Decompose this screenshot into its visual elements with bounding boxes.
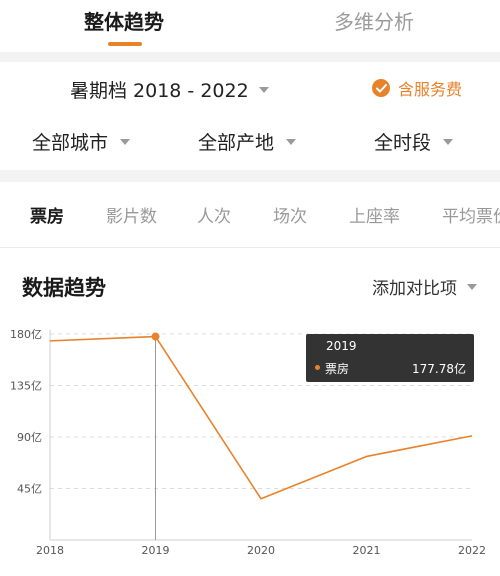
y-tick-label: 90亿 <box>17 431 42 444</box>
city-filter[interactable]: 全部城市 <box>32 128 131 155</box>
data-point-highlight <box>151 332 160 341</box>
x-tick-label: 2022 <box>458 544 486 557</box>
tab-overall-trend[interactable]: 整体趋势 <box>84 6 164 35</box>
period-row: 暑期档 2018 - 2022 含服务费 <box>0 62 500 114</box>
time-filter-label: 全时段 <box>374 132 432 154</box>
chevron-down-icon <box>443 138 454 145</box>
tab-average-price[interactable]: 平均票价 <box>442 202 500 227</box>
x-tick-label: 2019 <box>142 544 170 557</box>
x-tick-label: 2018 <box>36 544 64 557</box>
box-office-trend-chart[interactable]: 45亿 90亿 135亿 180亿 2018 2019 2020 2021 2022 <box>0 248 500 576</box>
chevron-down-icon <box>286 138 297 145</box>
service-fee-label: 含服务费 <box>398 80 463 99</box>
chevron-down-icon <box>258 86 269 93</box>
service-fee-toggle[interactable]: 含服务费 <box>372 76 462 100</box>
y-tick-label: 135亿 <box>10 380 42 393</box>
tab-film-count[interactable]: 影片数 <box>106 202 157 227</box>
check-circle-icon <box>372 79 390 97</box>
y-tick-label: 45亿 <box>17 483 42 496</box>
period-label: 暑期档 2018 - 2022 <box>70 80 249 102</box>
metric-tab-bar: 票房 影片数 人次 场次 上座率 平均票价 <box>0 182 500 248</box>
origin-filter[interactable]: 全部产地 <box>198 128 297 155</box>
active-tab-indicator <box>108 42 142 46</box>
top-tab-bar: 整体趋势 多维分析 <box>0 0 500 52</box>
x-tick-label: 2020 <box>247 544 275 557</box>
chevron-down-icon <box>120 138 131 145</box>
tab-screenings[interactable]: 场次 <box>273 202 307 227</box>
tab-box-office[interactable]: 票房 <box>30 202 64 227</box>
time-filter[interactable]: 全时段 <box>374 128 454 155</box>
tab-multi-analysis[interactable]: 多维分析 <box>334 6 414 35</box>
city-filter-label: 全部城市 <box>32 132 109 154</box>
tooltip-year: 2019 <box>326 339 357 353</box>
period-select[interactable]: 暑期档 2018 - 2022 <box>70 76 269 103</box>
x-tick-label: 2021 <box>353 544 381 557</box>
tab-admissions[interactable]: 人次 <box>197 202 231 227</box>
tab-occupancy-rate[interactable]: 上座率 <box>349 202 400 227</box>
data-tooltip: 2019 票房 177.78亿 <box>306 334 474 382</box>
filter-row: 全部城市 全部产地 全时段 <box>0 114 500 170</box>
origin-filter-label: 全部产地 <box>198 132 275 154</box>
tooltip-value: 177.78亿 <box>412 362 466 376</box>
series-dot-icon <box>315 365 320 370</box>
y-tick-label: 180亿 <box>10 328 42 341</box>
chart-panel: 数据趋势 添加对比项 45亿 90亿 135亿 180亿 2018 2019 2020 202… <box>0 248 500 576</box>
tooltip-metric: 票房 <box>325 362 350 376</box>
